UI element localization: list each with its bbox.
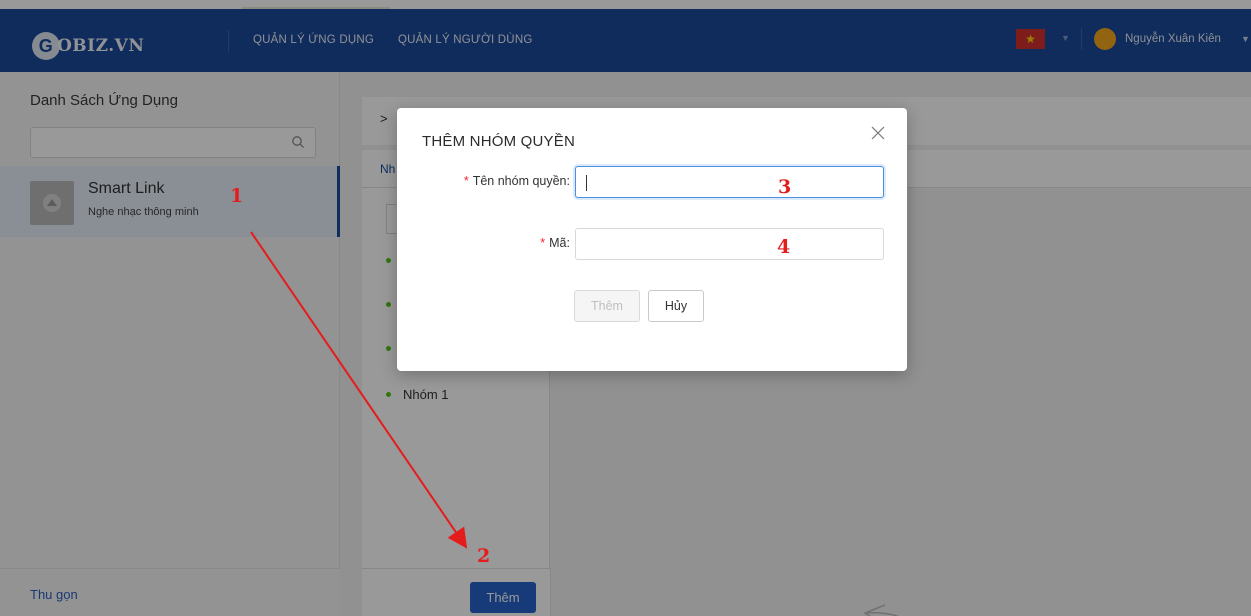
required-marker: *: [540, 236, 546, 250]
add-permission-group-dialog: THÊM NHÓM QUYỀN * Tên nhóm quyền: * Mã: Th…: [397, 108, 907, 371]
close-icon[interactable]: [871, 126, 885, 140]
required-marker: *: [463, 174, 469, 188]
group-name-field[interactable]: [575, 166, 884, 198]
annotation-number-3: 3: [778, 176, 792, 198]
annotation-number-4: 4: [777, 236, 791, 258]
code-label-text: Mã: [549, 236, 567, 250]
dialog-title: THÊM NHÓM QUYỀN: [422, 133, 575, 150]
group-name-label: * Tên nhóm quyền:: [463, 174, 570, 188]
cancel-button[interactable]: Hủy: [648, 290, 704, 322]
text-cursor: [586, 175, 587, 191]
code-field[interactable]: [575, 228, 884, 260]
app-page: G OBIZ.VN QUẢN LÝ ỨNG DỤNG QUẢN LÝ NGƯỜI…: [0, 0, 1251, 616]
annotation-number-2: 2: [477, 545, 491, 567]
submit-button[interactable]: Thêm: [574, 290, 640, 322]
annotation-number-1: 1: [230, 185, 244, 207]
group-name-label-text: Tên nhóm quyền: [472, 174, 567, 188]
code-label: * Mã:: [540, 236, 570, 250]
